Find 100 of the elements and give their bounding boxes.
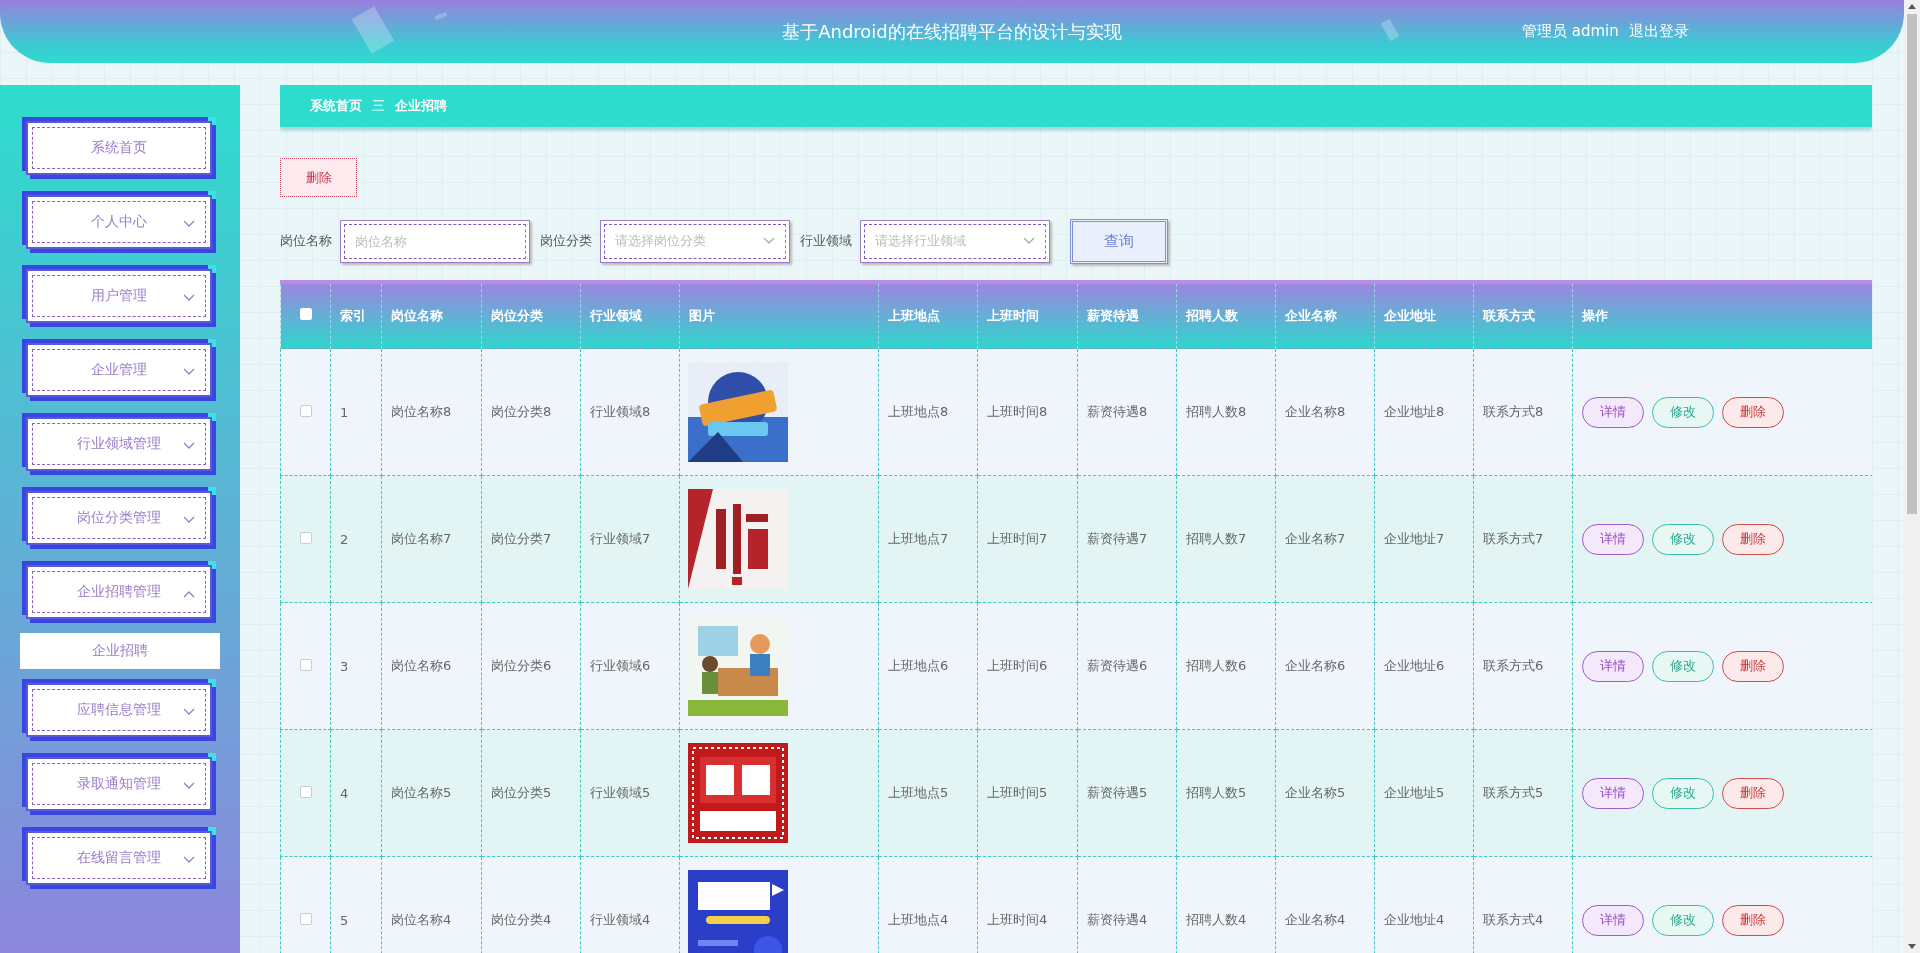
delete-button[interactable]: 删除: [1722, 904, 1784, 936]
sidebar-item-label: 录取通知管理: [77, 775, 161, 793]
table-cell: 上班时间4: [987, 912, 1048, 927]
table-cell: 企业地址4: [1384, 912, 1445, 927]
table-cell: 企业地址7: [1384, 531, 1445, 546]
delete-button[interactable]: 删除: [1722, 396, 1784, 428]
delete-button[interactable]: 删除: [1722, 650, 1784, 682]
scroll-down-icon[interactable]: [1908, 944, 1916, 949]
table-cell: 薪资待遇7: [1087, 531, 1148, 546]
edit-button[interactable]: 修改: [1652, 904, 1714, 936]
user-label: 管理员 admin: [1522, 22, 1619, 41]
select-field[interactable]: 请选择岗位分类: [600, 219, 790, 263]
table-cell: 企业名称8: [1285, 404, 1346, 419]
row-checkbox[interactable]: [299, 404, 312, 417]
table-cell: 1: [340, 404, 349, 420]
column-header: 上班地点: [888, 308, 940, 323]
sidebar-item-label: 个人中心: [91, 213, 147, 231]
sidebar-item-label: 岗位分类管理: [77, 509, 161, 527]
table-cell: 行业领域8: [590, 404, 651, 419]
table-cell: 薪资待遇5: [1087, 785, 1148, 800]
delete-button[interactable]: 删除: [1722, 777, 1784, 809]
table-cell: 岗位名称6: [391, 658, 452, 673]
table-cell: 4: [340, 785, 349, 801]
column-header: 招聘人数: [1186, 308, 1238, 323]
delete-button[interactable]: 删除: [1722, 523, 1784, 555]
row-checkbox[interactable]: [299, 531, 312, 544]
table-cell: 联系方式4: [1483, 912, 1544, 927]
details-button[interactable]: 详情: [1582, 777, 1644, 809]
table-cell: 招聘人数4: [1186, 912, 1247, 927]
table-cell: 招聘人数8: [1186, 404, 1247, 419]
submenu-item[interactable]: 企业招聘: [20, 633, 220, 669]
sidebar-item-label: 应聘信息管理: [77, 701, 161, 719]
table-cell: 岗位名称4: [391, 912, 452, 927]
table-cell: 企业名称5: [1285, 785, 1346, 800]
breadcrumb-item: 企业招聘: [395, 97, 447, 115]
column-header: 企业地址: [1384, 308, 1436, 323]
table-cell: 岗位分类4: [491, 912, 552, 927]
edit-button[interactable]: 修改: [1652, 650, 1714, 682]
select-all-checkbox[interactable]: [299, 308, 312, 320]
column-header: 企业名称: [1285, 308, 1337, 323]
table-cell: 岗位分类8: [491, 404, 552, 419]
table-cell: 岗位名称7: [391, 531, 452, 546]
filter-label: 岗位名称: [280, 232, 332, 250]
table-cell: 上班时间7: [987, 531, 1048, 546]
breadcrumb-separator: 三: [372, 97, 385, 115]
table-cell: 上班时间8: [987, 404, 1048, 419]
table-cell: 薪资待遇6: [1087, 658, 1148, 673]
table-cell: 招聘人数7: [1186, 531, 1247, 546]
table-cell: 招聘人数5: [1186, 785, 1247, 800]
column-header: 联系方式: [1483, 308, 1535, 323]
table-cell: 行业领域7: [590, 531, 651, 546]
row-checkbox[interactable]: [299, 785, 312, 798]
column-header: 图片: [689, 308, 715, 323]
column-header: 上班时间: [987, 308, 1039, 323]
table-cell: 企业地址6: [1384, 658, 1445, 673]
column-header: 索引: [340, 308, 366, 323]
logout-link[interactable]: 退出登录: [1628, 22, 1689, 41]
delete-button[interactable]: 删除: [280, 158, 357, 197]
details-button[interactable]: 详情: [1582, 396, 1644, 428]
sidebar-item-label: 在线留言管理: [77, 849, 161, 867]
decor-shape: [434, 12, 448, 20]
table-cell: 2: [340, 531, 349, 547]
column-header: 岗位名称: [391, 308, 443, 323]
table-cell: 上班地点7: [888, 531, 949, 546]
table-cell: 上班时间5: [987, 785, 1048, 800]
table-cell: 岗位分类7: [491, 531, 552, 546]
sidebar-item-label: 用户管理: [91, 287, 147, 305]
table-cell: 联系方式8: [1483, 404, 1544, 419]
sidebar-item-label: 行业领域管理: [77, 435, 161, 453]
column-header: 操作: [1582, 308, 1608, 323]
search-button[interactable]: 查询: [1070, 218, 1168, 264]
scroll-up-icon[interactable]: [1908, 4, 1916, 9]
edit-button[interactable]: 修改: [1652, 523, 1714, 555]
table-cell: 行业领域4: [590, 912, 651, 927]
details-button[interactable]: 详情: [1582, 904, 1644, 936]
table-cell: 岗位名称8: [391, 404, 452, 419]
table-cell: 上班地点6: [888, 658, 949, 673]
select-field[interactable]: 请选择行业领域: [860, 219, 1050, 263]
details-button[interactable]: 详情: [1582, 650, 1644, 682]
row-checkbox[interactable]: [299, 658, 312, 671]
details-button[interactable]: 详情: [1582, 523, 1644, 555]
table-cell: 3: [340, 658, 349, 674]
table-cell: 上班地点4: [888, 912, 949, 927]
table-cell: 薪资待遇8: [1087, 404, 1148, 419]
table-cell: 联系方式5: [1483, 785, 1544, 800]
sidebar-item-label: 企业管理: [91, 361, 147, 379]
edit-button[interactable]: 修改: [1652, 777, 1714, 809]
table-cell: 行业领域5: [590, 785, 651, 800]
filter-label: 行业领域: [800, 232, 852, 250]
column-header: 行业领域: [590, 308, 642, 323]
table-cell: 联系方式7: [1483, 531, 1544, 546]
table-cell: 岗位分类6: [491, 658, 552, 673]
edit-button[interactable]: 修改: [1652, 396, 1714, 428]
table-cell: 岗位分类5: [491, 785, 552, 800]
table-cell: 企业名称7: [1285, 531, 1346, 546]
table-cell: 招聘人数6: [1186, 658, 1247, 673]
row-checkbox[interactable]: [299, 912, 312, 925]
table-cell: 行业领域6: [590, 658, 651, 673]
column-header: 薪资待遇: [1087, 308, 1139, 323]
table-cell: 薪资待遇4: [1087, 912, 1148, 927]
